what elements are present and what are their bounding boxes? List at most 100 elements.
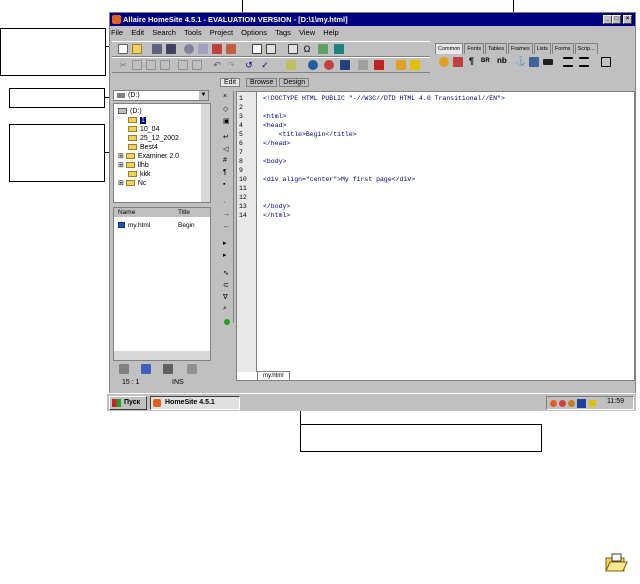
spell-check-icon[interactable]: [286, 60, 296, 70]
find-icon[interactable]: [184, 44, 194, 54]
tree-item[interactable]: 25_12_2002: [128, 134, 179, 143]
save-all-icon[interactable]: [166, 44, 176, 54]
file-list-hscrollbar[interactable]: [114, 351, 210, 360]
tree-item[interactable]: ⊞ Nc: [118, 179, 146, 188]
undo-icon[interactable]: ↶: [212, 60, 222, 70]
tree-item[interactable]: kkk: [128, 170, 151, 179]
code-line[interactable]: <head>: [263, 121, 286, 130]
replace-icon[interactable]: [198, 44, 208, 54]
close-button[interactable]: ×: [623, 15, 632, 24]
keyboard-layout-icon[interactable]: [577, 399, 586, 408]
paragraph-button[interactable]: ¶: [469, 56, 474, 66]
projects-tab-icon[interactable]: [163, 364, 173, 374]
snippets-tab-icon[interactable]: [141, 364, 151, 374]
zoom-icon[interactable]: ⌕: [223, 305, 227, 313]
code-line[interactable]: </head>: [263, 139, 290, 148]
file-list[interactable]: Name Title my.html Begin: [113, 207, 211, 361]
wrap-icon[interactable]: ↵: [223, 133, 229, 141]
validate-small-icon[interactable]: ∇: [223, 293, 228, 301]
tray-icon[interactable]: [559, 400, 566, 407]
list-icon[interactable]: [601, 57, 611, 67]
close-doc-icon[interactable]: ×: [223, 93, 227, 100]
tree-item[interactable]: Best4: [128, 143, 158, 152]
tab-common[interactable]: Common: [435, 43, 464, 54]
menu-file[interactable]: File: [111, 28, 123, 37]
hidden-chars-icon[interactable]: ¶: [223, 169, 227, 176]
code-line[interactable]: <!DOCTYPE HTML PUBLIC "-//W3C//DTD HTML …: [263, 94, 505, 103]
paste-special-icon[interactable]: [160, 60, 170, 70]
cut-icon[interactable]: ✂: [118, 60, 128, 70]
img-map-icon[interactable]: [340, 60, 350, 70]
tag-insight-icon[interactable]: ▪: [223, 181, 225, 188]
omega-icon[interactable]: Ω: [302, 44, 312, 54]
tree-item[interactable]: ⊞ Examiner 2.0: [118, 152, 179, 161]
tab-tables[interactable]: Tables: [485, 43, 507, 54]
open-folder-icon[interactable]: [132, 44, 142, 54]
column-name[interactable]: Name: [118, 208, 135, 217]
save-icon[interactable]: [152, 44, 162, 54]
menu-edit[interactable]: Edit: [131, 28, 144, 37]
tag-chooser-icon[interactable]: [288, 44, 298, 54]
code-editor[interactable]: 1 2 3 4 5 6 7 8 9 10 11 12 13 14 <!DOCTY…: [236, 91, 635, 381]
align-right-icon[interactable]: [579, 57, 589, 67]
menu-tools[interactable]: Tools: [184, 28, 202, 37]
menu-search[interactable]: Search: [152, 28, 176, 37]
outdent-block-icon[interactable]: ←: [223, 223, 230, 230]
wizard-icon[interactable]: [396, 60, 406, 70]
copy-icon[interactable]: [132, 60, 142, 70]
tray-icon[interactable]: [568, 400, 575, 407]
tray-icon[interactable]: [550, 400, 557, 407]
files-tab-icon[interactable]: [119, 364, 129, 374]
results-icon[interactable]: ▣: [223, 117, 230, 125]
tree-item-root[interactable]: (D:): [118, 107, 142, 116]
mark-icon[interactable]: #: [223, 157, 227, 164]
tree-item[interactable]: 10_04: [128, 125, 159, 134]
browser-icon[interactable]: [266, 44, 276, 54]
menu-help[interactable]: Help: [323, 28, 338, 37]
next-bookmark-icon[interactable]: ▸: [223, 251, 227, 259]
indent-icon[interactable]: [178, 60, 188, 70]
tree-scrollbar[interactable]: [201, 104, 210, 202]
drive-select[interactable]: (D:) ▼: [113, 90, 209, 101]
find-in-files-icon[interactable]: [212, 44, 222, 54]
tab-frames[interactable]: Frames: [507, 43, 533, 54]
chevron-down-icon[interactable]: ▼: [199, 91, 208, 100]
paste-icon[interactable]: [146, 60, 156, 70]
code-line[interactable]: <div align="center">My first page</div>: [263, 175, 415, 184]
file-row[interactable]: my.html Begin: [118, 222, 208, 229]
image-icon[interactable]: [334, 44, 344, 54]
bookmark-icon[interactable]: ▸: [223, 239, 227, 247]
project-icon[interactable]: [410, 60, 420, 70]
indent-block-icon[interactable]: →: [223, 211, 230, 218]
replace-in-files-icon[interactable]: [226, 44, 236, 54]
comment-icon[interactable]: ·: [223, 199, 225, 206]
code-line[interactable]: <html>: [263, 112, 286, 121]
column-title[interactable]: Title: [178, 208, 190, 217]
align-center-icon[interactable]: [563, 57, 573, 67]
menu-tags[interactable]: Tags: [275, 28, 291, 37]
preview-icon[interactable]: [252, 44, 262, 54]
maximize-button[interactable]: □: [612, 15, 621, 24]
tag-inspector-icon[interactable]: [358, 60, 368, 70]
quickstart-icon[interactable]: [439, 57, 449, 67]
tab-lists[interactable]: Lists: [533, 43, 551, 54]
tree-item-selected[interactable]: 1: [128, 116, 146, 125]
color-palette-icon[interactable]: [308, 60, 318, 70]
menu-options[interactable]: Options: [241, 28, 267, 37]
anchor-icon[interactable]: ⚓: [515, 56, 526, 67]
tab-fonts[interactable]: Fonts: [464, 43, 485, 54]
code-line[interactable]: </html>: [263, 211, 290, 220]
menu-view[interactable]: View: [299, 28, 315, 37]
tab-browse[interactable]: Browse: [246, 78, 278, 87]
style-icon[interactable]: [324, 60, 334, 70]
tab-script[interactable]: Scrip...: [574, 43, 598, 54]
help-tab-icon[interactable]: [187, 364, 197, 374]
refresh-icon[interactable]: ↺: [244, 60, 254, 70]
start-button[interactable]: Пуск: [109, 396, 147, 410]
gutter-icon[interactable]: ◁: [223, 145, 228, 153]
redo-icon[interactable]: ↷: [226, 60, 236, 70]
goto-icon[interactable]: ∿: [223, 269, 229, 277]
tab-edit[interactable]: Edit: [220, 78, 241, 87]
folder-tree[interactable]: (D:) 1 10_04 25_12_2002 Best4 ⊞ Examiner…: [113, 103, 211, 203]
code-line[interactable]: </body>: [263, 202, 290, 211]
